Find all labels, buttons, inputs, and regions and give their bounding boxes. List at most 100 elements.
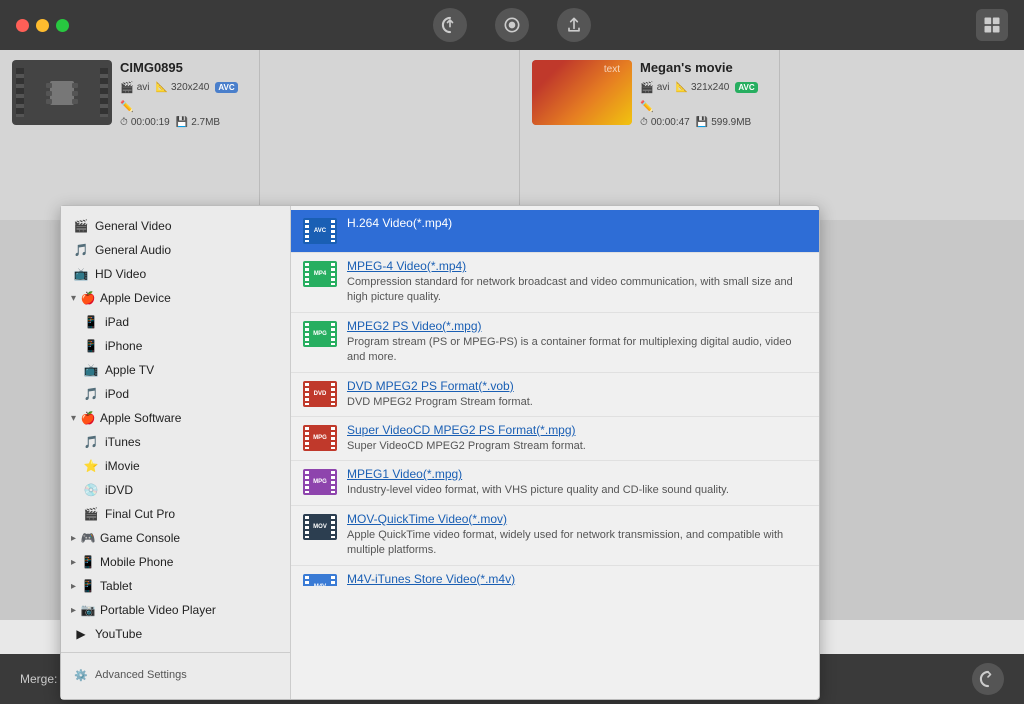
video-title-cimg: CIMG0895 bbox=[120, 60, 247, 75]
main-area: CIMG0895 🎬 avi 📐 320x240 AVC ✏️ bbox=[0, 50, 1024, 620]
format-desc-svcd: Super VideoCD MPEG2 Program Stream forma… bbox=[347, 439, 807, 454]
edit-icon-cimg[interactable]: ✏️ bbox=[120, 100, 134, 113]
format-sidebar: 🎬 General Video 🎵 General Audio 📺 HD Vid… bbox=[61, 206, 291, 699]
iphone-icon: 📱 bbox=[83, 338, 99, 354]
video-item-cimg0895: CIMG0895 🎬 avi 📐 320x240 AVC ✏️ bbox=[0, 50, 260, 220]
format-desc-mpeg4: Compression standard for network broadca… bbox=[347, 275, 807, 306]
expand-arrow-portable: ▸ bbox=[71, 605, 76, 616]
sidebar-group-apple-software[interactable]: ▾ 🍎 Apple Software bbox=[61, 406, 290, 430]
advanced-settings-btn[interactable]: ⚙️ Advanced Settings bbox=[61, 659, 290, 691]
format-item-dvd[interactable]: DVD DVD MPEG2 PS Format(*.vob) DVD MPEG2… bbox=[291, 373, 819, 417]
titlebar-center bbox=[433, 8, 591, 42]
expand-arrow-apple-software: ▾ bbox=[71, 413, 76, 424]
left-video-panel: CIMG0895 🎬 avi 📐 320x240 AVC ✏️ bbox=[0, 50, 520, 220]
format-desc-mov: Apple QuickTime video format, widely use… bbox=[347, 528, 807, 559]
format-icon-mov: MOV bbox=[303, 512, 337, 542]
format-text-svcd: Super VideoCD MPEG2 PS Format(*.mpg) Sup… bbox=[347, 423, 807, 454]
sidebar-group-portable-video[interactable]: ▸ 📷 Portable Video Player bbox=[61, 598, 290, 622]
format-item-mpeg1[interactable]: MPG MPEG1 Video(*.mpg) Industry-level vi… bbox=[291, 461, 819, 505]
sidebar-item-iphone[interactable]: 📱 iPhone bbox=[61, 334, 290, 358]
format-item-h264[interactable]: AVC H.264 Video(*.mp4) bbox=[291, 210, 819, 253]
sidebar-group-apple-device[interactable]: ▾ 🍎 Apple Device bbox=[61, 286, 290, 310]
video-info-cimg: CIMG0895 🎬 avi 📐 320x240 AVC ✏️ bbox=[120, 60, 247, 128]
codec-badge: AVC bbox=[215, 82, 237, 93]
expand-arrow-game: ▸ bbox=[71, 533, 76, 544]
format-item-svcd[interactable]: MPG Super VideoCD MPEG2 PS Format(*.mpg)… bbox=[291, 417, 819, 461]
audio-icon: 🎵 bbox=[73, 242, 89, 258]
sidebar-item-imovie[interactable]: ⭐ iMovie bbox=[61, 454, 290, 478]
sidebar-group-game-console[interactable]: ▸ 🎮 Game Console bbox=[61, 526, 290, 550]
format-icon-svcd: MPG bbox=[303, 423, 337, 453]
sidebar-item-general-video[interactable]: 🎬 General Video bbox=[61, 214, 290, 238]
format-dropdown: 🎬 General Video 🎵 General Audio 📺 HD Vid… bbox=[60, 205, 820, 700]
format-icon-mpeg4: MP4 bbox=[303, 259, 337, 289]
edit-icon-megans[interactable]: ✏️ bbox=[640, 100, 654, 113]
format-name-svcd: Super VideoCD MPEG2 PS Format(*.mpg) bbox=[347, 423, 807, 437]
format-icon-m4v: M4V bbox=[303, 572, 337, 586]
video-row: CIMG0895 🎬 avi 📐 320x240 AVC ✏️ bbox=[12, 60, 247, 131]
format-icon-h264: AVC bbox=[303, 216, 337, 246]
share-icon bbox=[564, 15, 584, 35]
sidebar-item-ipod[interactable]: 🎵 iPod bbox=[61, 382, 290, 406]
appletv-icon: 📺 bbox=[83, 362, 99, 378]
video-meta2-cimg: ⏱ 00:00:19 💾 2.7MB bbox=[120, 117, 247, 128]
format-icon-mpeg1: MPG bbox=[303, 467, 337, 497]
video-thumbnail-megans: text bbox=[532, 60, 632, 125]
format-item-mpeg4[interactable]: MP4 MPEG-4 Video(*.mp4) Compression stan… bbox=[291, 253, 819, 313]
imovie-icon: ⭐ bbox=[83, 458, 99, 474]
close-button[interactable] bbox=[16, 19, 29, 32]
sidebar-item-general-audio[interactable]: 🎵 General Audio bbox=[61, 238, 290, 262]
codec-badge-m: AVC bbox=[735, 82, 757, 93]
format-tag-m: 🎬 avi bbox=[640, 81, 670, 94]
format-name-mpeg1: MPEG1 Video(*.mpg) bbox=[347, 467, 807, 481]
sidebar-item-itunes[interactable]: 🎵 iTunes bbox=[61, 430, 290, 454]
settings-gear-icon: ⚙️ bbox=[73, 667, 89, 683]
share-button[interactable] bbox=[557, 8, 591, 42]
effects-icon bbox=[502, 15, 522, 35]
traffic-lights bbox=[16, 19, 69, 32]
game-icon: 🎮 bbox=[80, 530, 96, 546]
format-item-m4v[interactable]: M4V M4V-iTunes Store Video(*.m4v) Extens… bbox=[291, 566, 819, 586]
sidebar-item-hd-video[interactable]: 📺 HD Video bbox=[61, 262, 290, 286]
video-thumbnail-cimg bbox=[12, 60, 112, 125]
export-icon bbox=[982, 15, 1002, 35]
restore-button[interactable] bbox=[433, 8, 467, 42]
apple-software-icon: 🍎 bbox=[80, 410, 96, 426]
export-button[interactable] bbox=[976, 9, 1008, 41]
fcp-icon: 🎬 bbox=[83, 506, 99, 522]
video-icon: 🎬 bbox=[73, 218, 89, 234]
titlebar bbox=[0, 0, 1024, 50]
sidebar-item-apple-tv[interactable]: 📺 Apple TV bbox=[61, 358, 290, 382]
sidebar-item-idvd[interactable]: 💿 iDVD bbox=[61, 478, 290, 502]
video-meta-megans: 🎬 avi 📐 321x240 AVC ✏️ bbox=[640, 81, 767, 113]
sidebar-group-mobile-phone[interactable]: ▸ 📱 Mobile Phone bbox=[61, 550, 290, 574]
sidebar-group-tablet[interactable]: ▸ 📱 Tablet bbox=[61, 574, 290, 598]
convert-button[interactable] bbox=[972, 663, 1004, 695]
format-text-mov: MOV-QuickTime Video(*.mov) Apple QuickTi… bbox=[347, 512, 807, 559]
idvd-icon: 💿 bbox=[83, 482, 99, 498]
format-item-mpeg2ps[interactable]: MPG MPEG2 PS Video(*.mpg) Program stream… bbox=[291, 313, 819, 373]
sidebar-item-youtube[interactable]: ▶ YouTube bbox=[61, 622, 290, 646]
format-name-mpeg4: MPEG-4 Video(*.mp4) bbox=[347, 259, 807, 273]
sidebar-item-final-cut-pro[interactable]: 🎬 Final Cut Pro bbox=[61, 502, 290, 526]
video-info-megans: Megan's movie 🎬 avi 📐 321x240 AVC bbox=[640, 60, 767, 128]
minimize-button[interactable] bbox=[36, 19, 49, 32]
film-strip-icon bbox=[42, 73, 82, 113]
sidebar-item-ipad[interactable]: 📱 iPad bbox=[61, 310, 290, 334]
format-item-mov[interactable]: MOV MOV-QuickTime Video(*.mov) Apple Qui… bbox=[291, 506, 819, 566]
video-title-megans: Megan's movie bbox=[640, 60, 767, 75]
itunes-icon: 🎵 bbox=[83, 434, 99, 450]
portable-icon: 📷 bbox=[80, 602, 96, 618]
format-icon-mpeg2ps: MPG bbox=[303, 319, 337, 349]
expand-arrow-mobile: ▸ bbox=[71, 557, 76, 568]
youtube-icon: ▶ bbox=[73, 626, 89, 642]
merge-label: Merge: bbox=[20, 672, 57, 686]
format-desc-dvd: DVD MPEG2 Program Stream format. bbox=[347, 395, 807, 410]
format-list: AVC H.264 Video(*.mp4) MP4 MPEG-4 Video(… bbox=[291, 206, 819, 586]
maximize-button[interactable] bbox=[56, 19, 69, 32]
effects-button[interactable] bbox=[495, 8, 529, 42]
expand-arrow-tablet: ▸ bbox=[71, 581, 76, 592]
titlebar-right bbox=[976, 9, 1008, 41]
format-text-dvd: DVD MPEG2 PS Format(*.vob) DVD MPEG2 Pro… bbox=[347, 379, 807, 410]
duration-tag-m: ⏱ 00:00:47 bbox=[640, 117, 690, 128]
